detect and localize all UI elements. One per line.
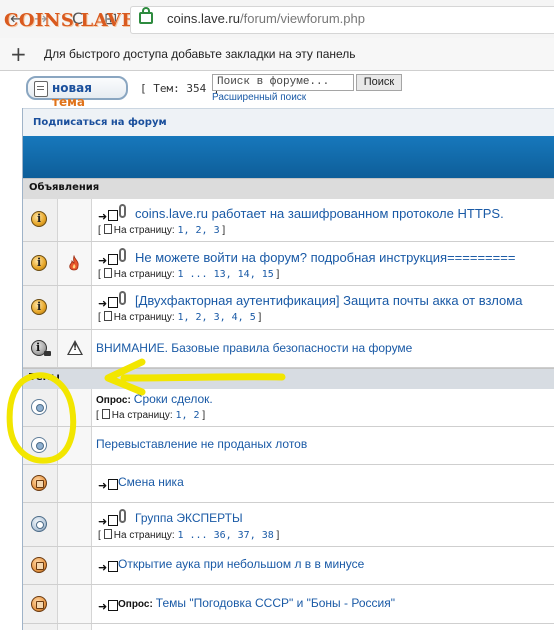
annotation-overlay <box>6 358 286 464</box>
highlight-circle <box>6 372 77 464</box>
highlight-arrow-shaft <box>120 373 286 382</box>
